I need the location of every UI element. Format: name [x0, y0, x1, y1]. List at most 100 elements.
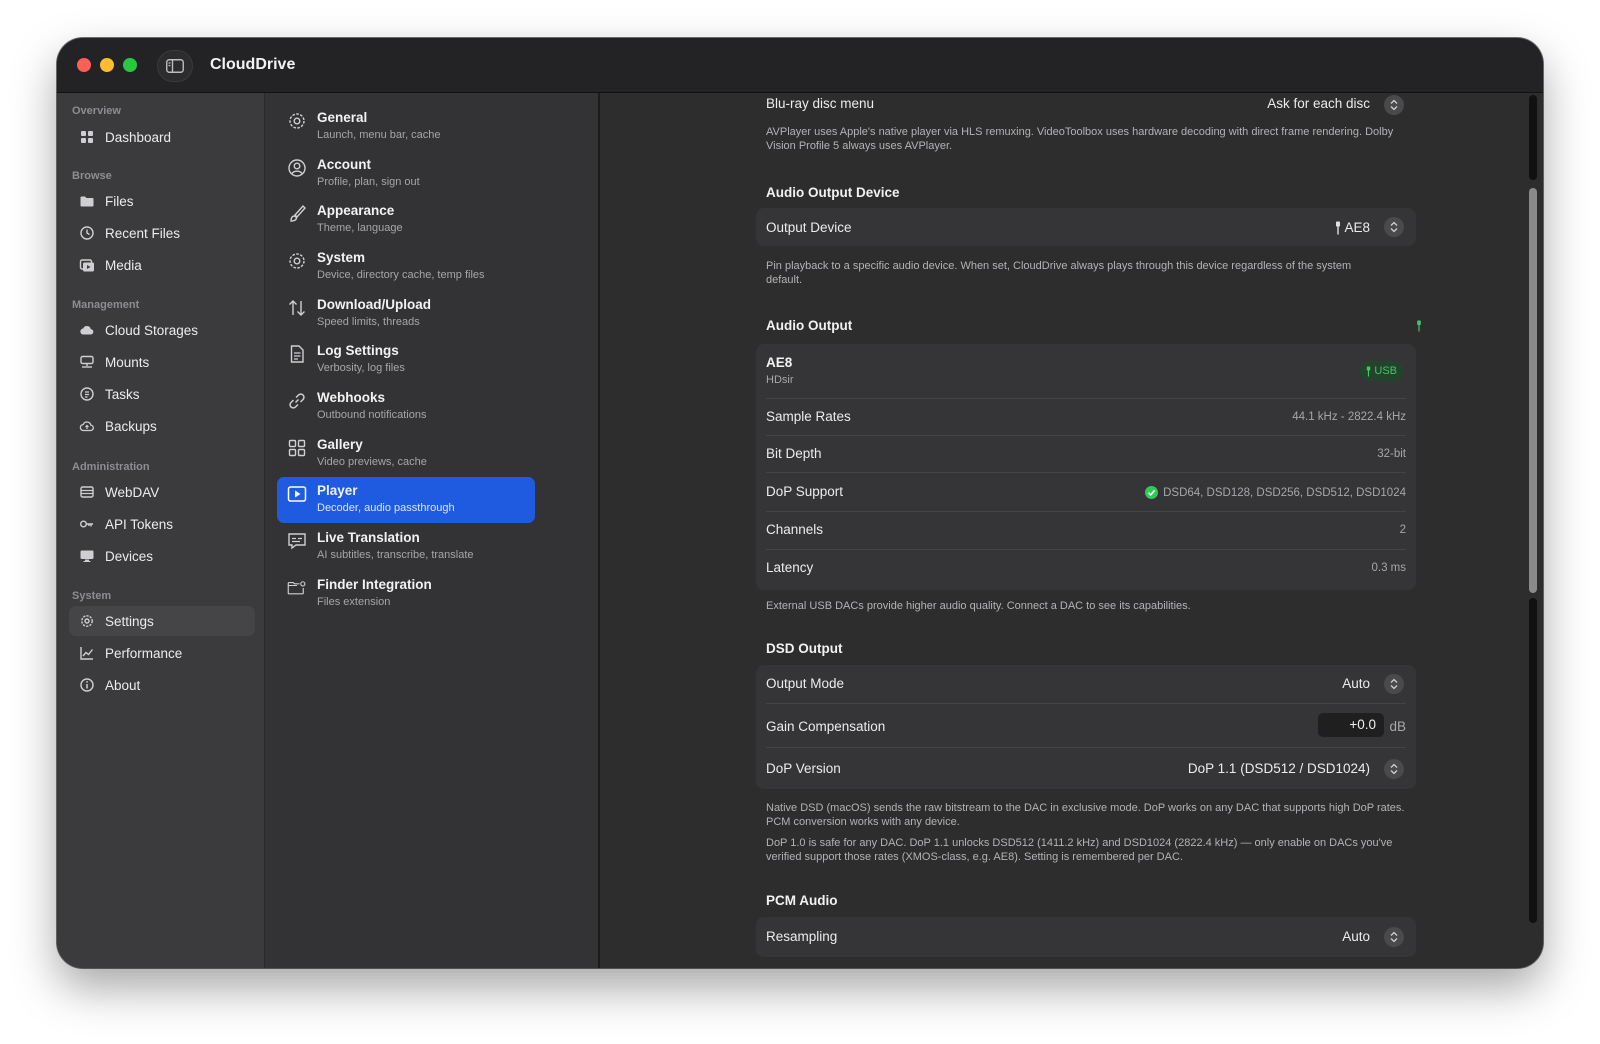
- settings-item-title: Gallery: [317, 437, 363, 452]
- sidebar-section-overview: Overview: [72, 105, 121, 117]
- sidebar-toggle-button[interactable]: [157, 50, 193, 82]
- sidebar-item-label: WebDAV: [105, 484, 160, 500]
- divider: [766, 435, 1406, 436]
- grid-icon: [288, 439, 306, 457]
- settings-item-subtitle: Theme, language: [317, 222, 403, 234]
- output-mode-value: Auto: [1342, 676, 1370, 691]
- settings-item-live-translation[interactable]: Live Translation AI subtitles, transcrib…: [277, 524, 535, 570]
- resampling-row[interactable]: Resampling Auto: [756, 917, 1416, 957]
- info-icon: [80, 678, 94, 692]
- sidebar-item-label: Media: [105, 257, 142, 273]
- settings-item-subtitle: Launch, menu bar, cache: [317, 129, 441, 141]
- audio-output-title: Audio Output: [766, 318, 853, 333]
- bluray-menu-row[interactable]: Blu-ray disc menu Ask for each disc: [756, 93, 1416, 121]
- sidebar-item-webdav[interactable]: WebDAV: [69, 477, 255, 507]
- device-name: AE8: [766, 355, 793, 370]
- gear-icon: [289, 113, 305, 129]
- sidebar-item-cloud-storages[interactable]: Cloud Storages: [69, 315, 255, 345]
- settings-item-subtitle: Outbound notifications: [317, 409, 427, 421]
- output-device-row[interactable]: Output Device AE8: [756, 208, 1416, 246]
- close-window-button[interactable]: [77, 58, 91, 72]
- minimize-window-button[interactable]: [100, 58, 114, 72]
- dsd-output-card: Output Mode Auto Gain Compensation +0.0 …: [756, 665, 1416, 789]
- sample-rates-value: 44.1 kHz - 2822.4 kHz: [1292, 411, 1406, 423]
- audio-output-note: External USB DACs provide higher audio q…: [766, 600, 1191, 612]
- sidebar-item-mounts[interactable]: Mounts: [69, 347, 255, 377]
- chevron-updown-icon: [1390, 99, 1398, 111]
- bluray-menu-stepper[interactable]: [1384, 95, 1404, 115]
- sidebar-item-api-tokens[interactable]: API Tokens: [69, 509, 255, 539]
- output-mode-row[interactable]: Output Mode Auto: [756, 665, 1416, 703]
- settings-item-general[interactable]: General Launch, menu bar, cache: [277, 104, 535, 150]
- divider: [766, 703, 1406, 704]
- play-icon: [287, 486, 307, 502]
- settings-item-system[interactable]: System Device, directory cache, temp fil…: [277, 244, 535, 290]
- settings-item-title: Download/Upload: [317, 297, 431, 312]
- settings-item-title: Finder Integration: [317, 577, 432, 592]
- title-bar: CloudDrive: [57, 38, 1543, 93]
- output-device-note: Pin playback to a specific audio device.…: [766, 260, 1352, 286]
- sidebar-toggle-icon: [166, 59, 184, 73]
- sidebar-item-devices[interactable]: Devices: [69, 541, 255, 571]
- output-device-value: AE8: [1335, 220, 1370, 235]
- scrollbar[interactable]: [1529, 93, 1541, 968]
- usb-badge-label: USB: [1374, 365, 1397, 377]
- gain-compensation-input[interactable]: +0.0: [1318, 713, 1384, 737]
- chevron-updown-icon: [1390, 221, 1398, 233]
- sidebar-item-label: Performance: [105, 645, 183, 661]
- sidebar-item-label: Tasks: [105, 386, 140, 402]
- scrollbar-track-top: [1529, 95, 1537, 180]
- audio-output-device-card: AE8 HDsir USB Sample Rates 44.1 kHz - 28…: [756, 344, 1416, 590]
- dop-version-row[interactable]: DoP Version DoP 1.1 (DSD512 / DSD1024): [756, 747, 1416, 789]
- settings-item-appearance[interactable]: Appearance Theme, language: [277, 197, 535, 243]
- sidebar-item-label: Files: [105, 193, 134, 209]
- chart-icon: [80, 647, 94, 660]
- sidebar-item-files[interactable]: Files: [69, 186, 255, 216]
- backup-icon: [79, 421, 94, 432]
- dop-support-formats: DSD64, DSD128, DSD256, DSD512, DSD1024: [1163, 486, 1406, 499]
- maximize-window-button[interactable]: [123, 58, 137, 72]
- settings-item-title: Account: [317, 157, 371, 172]
- output-mode-stepper[interactable]: [1384, 674, 1404, 694]
- tasks-icon: [80, 387, 94, 401]
- chevron-updown-icon: [1390, 931, 1398, 943]
- clock-icon: [80, 226, 94, 240]
- dsd-output-title: DSD Output: [766, 641, 843, 656]
- sidebar-item-label: Backups: [105, 418, 157, 434]
- gear-icon: [81, 615, 93, 627]
- usb-connected-icon: [1417, 320, 1421, 332]
- output-device-stepper[interactable]: [1384, 217, 1404, 237]
- settings-item-gallery[interactable]: Gallery Video previews, cache: [277, 431, 535, 477]
- sidebar-item-performance[interactable]: Performance: [69, 638, 255, 668]
- sidebar-item-label: Mounts: [105, 354, 150, 370]
- sidebar-item-backups[interactable]: Backups: [69, 411, 255, 441]
- folder-icon: [80, 196, 94, 207]
- sidebar-item-media[interactable]: Media: [69, 250, 255, 280]
- settings-item-player[interactable]: Player Decoder, audio passthrough: [277, 477, 535, 523]
- resampling-stepper[interactable]: [1384, 927, 1404, 947]
- dop-version-label: DoP Version: [766, 761, 841, 776]
- dop-version-stepper[interactable]: [1384, 759, 1404, 779]
- latency-value: 0.3 ms: [1371, 562, 1406, 574]
- settings-item-download-upload[interactable]: Download/Upload Speed limits, threads: [277, 291, 535, 337]
- settings-item-finder-integration[interactable]: Finder Integration Files extension: [277, 571, 535, 617]
- sidebar-item-tasks[interactable]: Tasks: [69, 379, 255, 409]
- settings-item-account[interactable]: Account Profile, plan, sign out: [277, 151, 535, 197]
- pcm-audio-title: PCM Audio: [766, 893, 838, 908]
- sidebar-item-settings[interactable]: Settings: [69, 606, 255, 636]
- dop-support-value: DSD64, DSD128, DSD256, DSD512, DSD1024: [1145, 486, 1406, 499]
- channels-label: Channels: [766, 522, 824, 537]
- dashboard-icon: [81, 131, 93, 143]
- sidebar-item-about[interactable]: About: [69, 670, 255, 700]
- settings-item-log-settings[interactable]: Log Settings Verbosity, log files: [277, 337, 535, 383]
- person-icon: [288, 159, 306, 177]
- settings-item-webhooks[interactable]: Webhooks Outbound notifications: [277, 384, 535, 430]
- divider: [766, 549, 1406, 550]
- settings-item-title: General: [317, 110, 368, 125]
- scrollbar-thumb[interactable]: [1529, 188, 1537, 593]
- sidebar-item-dashboard[interactable]: Dashboard: [69, 122, 255, 152]
- scrollbar-track-bottom: [1529, 598, 1537, 923]
- chevron-updown-icon: [1390, 678, 1398, 690]
- sidebar-item-recent-files[interactable]: Recent Files: [69, 218, 255, 248]
- cloud-icon: [80, 326, 94, 335]
